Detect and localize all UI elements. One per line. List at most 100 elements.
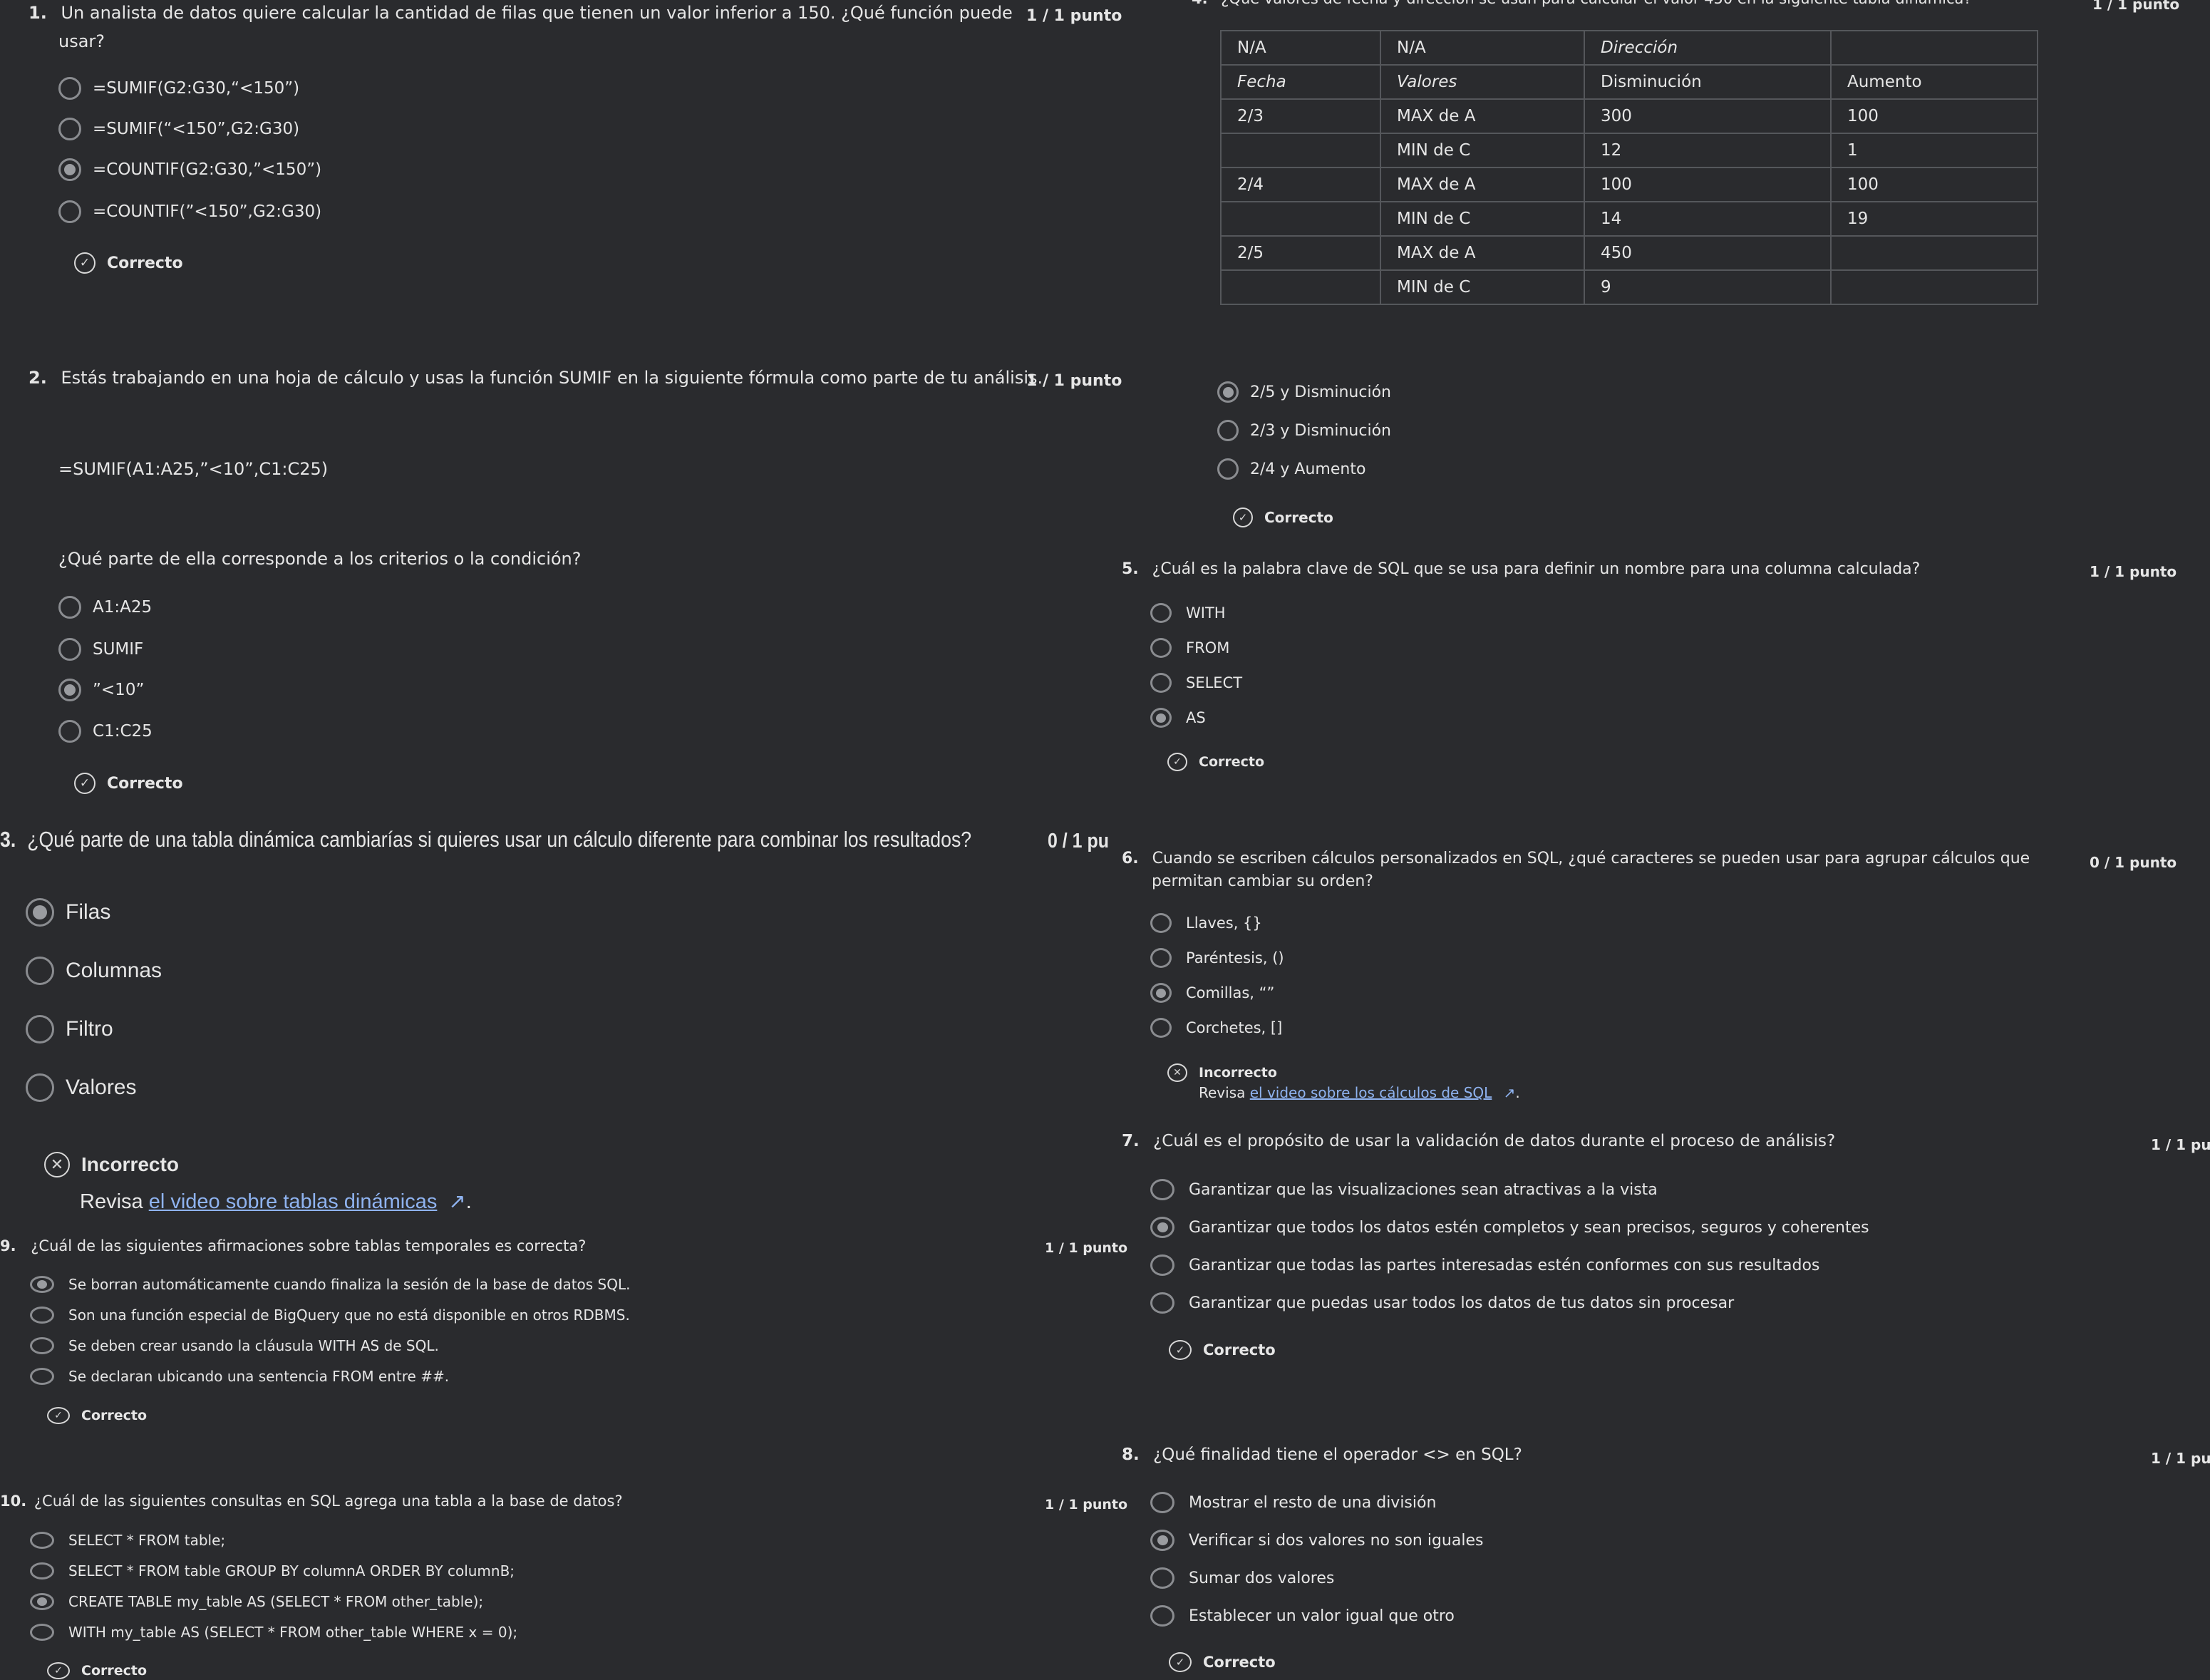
radio-unselected-icon[interactable] xyxy=(30,1624,54,1641)
table-cell: MIN de C xyxy=(1380,201,1585,237)
radio-unselected-icon[interactable] xyxy=(1150,913,1172,933)
radio-unselected-icon[interactable] xyxy=(26,1073,54,1102)
review-video-link[interactable]: el video sobre los cálculos de SQL xyxy=(1250,1084,1492,1101)
option-radio-selected[interactable]: CREATE TABLE my_table AS (SELECT * FROM … xyxy=(30,1593,483,1610)
option-radio[interactable]: A1:A25 xyxy=(58,596,152,619)
option-radio[interactable]: Paréntesis, () xyxy=(1150,948,1284,968)
radio-selected-icon[interactable] xyxy=(30,1593,54,1610)
option-radio[interactable]: WITH xyxy=(1150,603,1226,623)
radio-unselected-icon[interactable] xyxy=(1150,1492,1174,1513)
option-radio[interactable]: Garantizar que las visualizaciones sean … xyxy=(1150,1179,1658,1200)
radio-unselected-icon[interactable] xyxy=(1217,420,1239,441)
option-radio[interactable]: Garantizar que puedas usar todos los dat… xyxy=(1150,1292,1734,1314)
radio-selected-icon[interactable] xyxy=(1217,381,1239,403)
radio-unselected-icon[interactable] xyxy=(1150,1018,1172,1038)
option-radio-selected[interactable]: Comillas, “” xyxy=(1150,983,1274,1003)
review-suffix: . xyxy=(1515,1084,1520,1101)
option-radio-selected[interactable]: Se borran automáticamente cuando finaliz… xyxy=(30,1276,631,1293)
option-radio[interactable]: Valores xyxy=(26,1073,137,1102)
option-radio[interactable]: Son una función especial de BigQuery que… xyxy=(30,1307,630,1324)
option-radio-selected[interactable]: ”<10” xyxy=(58,679,144,701)
radio-selected-icon[interactable] xyxy=(1150,708,1172,728)
feedback-correct: ✓ Correcto xyxy=(74,773,183,794)
option-label: Se declaran ubicando una sentencia FROM … xyxy=(68,1368,450,1385)
option-radio[interactable]: Se declaran ubicando una sentencia FROM … xyxy=(30,1368,449,1385)
question-points: 1 / 1 pun xyxy=(2151,1450,2210,1467)
option-radio[interactable]: =COUNTIF(”<150”,G2:G30) xyxy=(58,200,321,223)
radio-unselected-icon[interactable] xyxy=(1150,1179,1174,1200)
external-link-icon[interactable]: ↗ xyxy=(1504,1084,1516,1101)
radio-unselected-icon[interactable] xyxy=(1150,1254,1174,1276)
option-label: Corchetes, [] xyxy=(1186,1019,1283,1036)
radio-unselected-icon[interactable] xyxy=(1150,1292,1174,1314)
question-text: ¿Qué finalidad tiene el operador <> en S… xyxy=(1153,1445,1522,1464)
radio-selected-icon[interactable] xyxy=(58,158,81,181)
radio-unselected-icon[interactable] xyxy=(1150,673,1172,693)
review-video-link[interactable]: el video sobre tablas dinámicas xyxy=(149,1190,438,1213)
option-radio[interactable]: Corchetes, [] xyxy=(1150,1018,1282,1038)
option-radio[interactable]: SELECT * FROM table; xyxy=(30,1532,225,1549)
radio-unselected-icon[interactable] xyxy=(58,638,81,661)
radio-selected-icon[interactable] xyxy=(30,1276,54,1293)
table-cell: MAX de A xyxy=(1380,235,1585,271)
external-link-icon[interactable]: ↗ xyxy=(448,1190,465,1213)
radio-selected-icon[interactable] xyxy=(58,679,81,701)
option-radio[interactable]: SELECT * FROM table GROUP BY columnA ORD… xyxy=(30,1562,515,1579)
radio-unselected-icon[interactable] xyxy=(1217,458,1239,480)
radio-unselected-icon[interactable] xyxy=(58,77,81,100)
radio-unselected-icon[interactable] xyxy=(1150,603,1172,623)
table-cell: Dirección xyxy=(1584,30,1832,66)
radio-unselected-icon[interactable] xyxy=(58,720,81,743)
option-radio[interactable]: 2/3 y Disminución xyxy=(1217,420,1391,441)
option-radio[interactable]: Establecer un valor igual que otro xyxy=(1150,1605,1455,1627)
option-radio[interactable]: =SUMIF(“<150”,G2:G30) xyxy=(58,118,299,140)
option-radio[interactable]: 2/4 y Aumento xyxy=(1217,458,1365,480)
option-radio[interactable]: SUMIF xyxy=(58,638,143,661)
radio-unselected-icon[interactable] xyxy=(58,596,81,619)
table-cell xyxy=(1220,201,1381,237)
radio-unselected-icon[interactable] xyxy=(1150,1605,1174,1627)
question-4-title: 4. ¿Qué valores de fecha y dirección se … xyxy=(1192,0,1972,7)
option-radio-selected[interactable]: Verificar si dos valores no son iguales xyxy=(1150,1530,1483,1551)
table-cell xyxy=(1830,235,2038,271)
option-radio[interactable]: Sumar dos valores xyxy=(1150,1567,1334,1589)
radio-unselected-icon[interactable] xyxy=(30,1532,54,1549)
radio-selected-icon[interactable] xyxy=(1150,983,1172,1003)
option-radio-selected[interactable]: 2/5 y Disminución xyxy=(1217,381,1391,403)
radio-unselected-icon[interactable] xyxy=(30,1307,54,1324)
option-radio[interactable]: =SUMIF(G2:G30,“<150”) xyxy=(58,77,299,100)
option-radio[interactable]: Columnas xyxy=(26,957,162,985)
radio-unselected-icon[interactable] xyxy=(30,1337,54,1354)
option-radio[interactable]: Mostrar el resto de una división xyxy=(1150,1492,1436,1513)
radio-unselected-icon[interactable] xyxy=(1150,948,1172,968)
option-radio[interactable]: Garantizar que todas las partes interesa… xyxy=(1150,1254,1819,1276)
radio-unselected-icon[interactable] xyxy=(30,1368,54,1385)
option-radio-selected[interactable]: =COUNTIF(G2:G30,”<150”) xyxy=(58,158,321,181)
radio-unselected-icon[interactable] xyxy=(58,118,81,140)
radio-selected-icon[interactable] xyxy=(1150,1217,1174,1238)
option-radio[interactable]: Se deben crear usando la cláusula WITH A… xyxy=(30,1337,439,1354)
table-cell: 9 xyxy=(1584,269,1832,305)
radio-unselected-icon[interactable] xyxy=(1150,1567,1174,1589)
option-radio-selected[interactable]: Garantizar que todos los datos estén com… xyxy=(1150,1217,1869,1238)
question-text: ¿Cuál de las siguientes afirmaciones sob… xyxy=(31,1237,587,1254)
radio-unselected-icon[interactable] xyxy=(26,957,54,985)
option-radio[interactable]: WITH my_table AS (SELECT * FROM other_ta… xyxy=(30,1624,517,1641)
feedback-correct: ✓ Correcto xyxy=(47,1407,147,1424)
option-label: Paréntesis, () xyxy=(1186,949,1284,967)
radio-selected-icon[interactable] xyxy=(26,898,54,927)
radio-selected-icon[interactable] xyxy=(1150,1530,1174,1551)
radio-unselected-icon[interactable] xyxy=(30,1562,54,1579)
radio-unselected-icon[interactable] xyxy=(58,200,81,223)
table-cell: 1 xyxy=(1830,133,2038,168)
option-radio[interactable]: FROM xyxy=(1150,638,1229,658)
radio-unselected-icon[interactable] xyxy=(26,1015,54,1043)
question-points: 1 / 1 punto xyxy=(1045,1497,1128,1512)
option-radio[interactable]: SELECT xyxy=(1150,673,1242,693)
option-radio[interactable]: Llaves, {} xyxy=(1150,913,1262,933)
radio-unselected-icon[interactable] xyxy=(1150,638,1172,658)
option-radio[interactable]: C1:C25 xyxy=(58,720,153,743)
option-radio-selected[interactable]: Filas xyxy=(26,898,110,927)
option-radio[interactable]: Filtro xyxy=(26,1015,113,1043)
option-radio-selected[interactable]: AS xyxy=(1150,708,1206,728)
